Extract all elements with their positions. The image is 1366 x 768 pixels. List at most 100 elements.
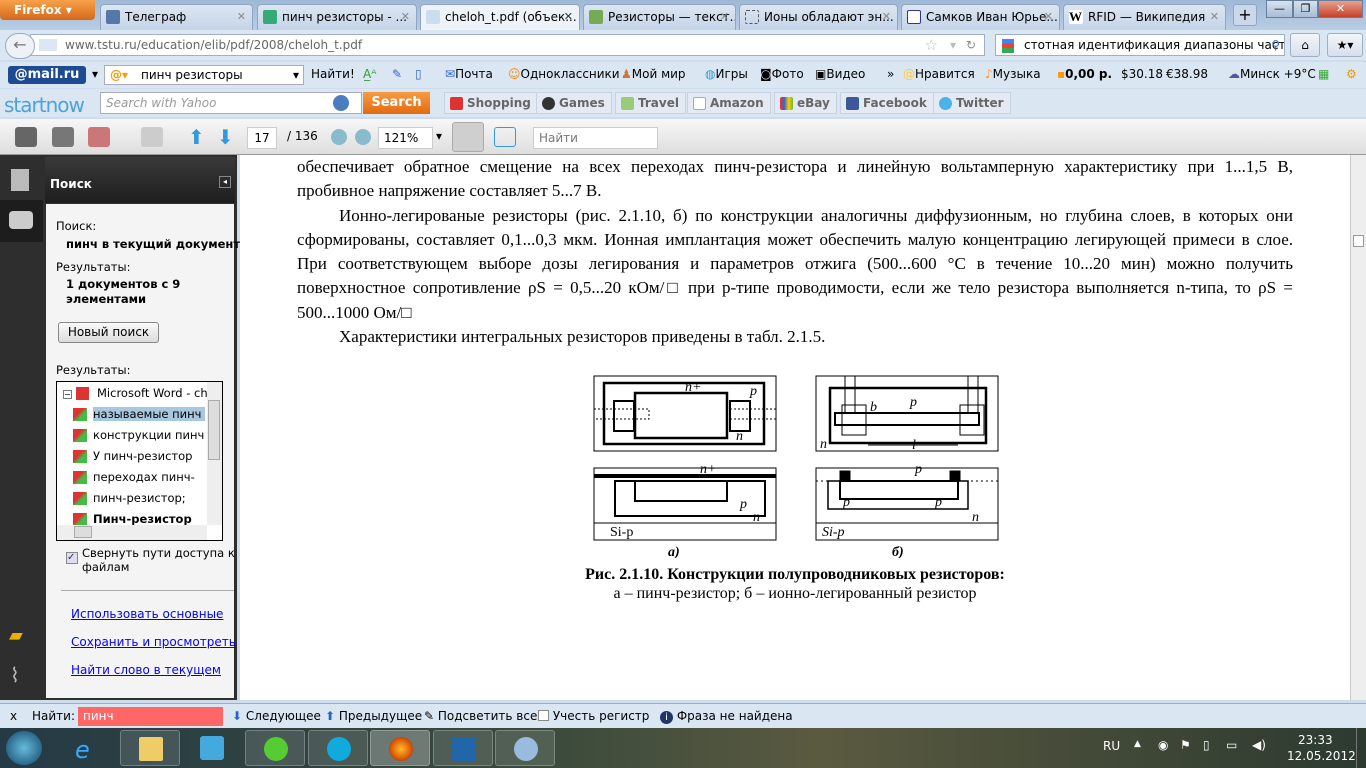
tab-resistors[interactable]: Резисторы — текст... ✕ [583,4,736,30]
usd-rate[interactable]: $30.18 [1121,67,1163,81]
tab-rfid-wikipedia[interactable]: W RFID — Википедия ✕ [1063,4,1226,30]
zoom-out-icon[interactable] [331,129,347,145]
internet-explorer-icon[interactable]: e [75,736,90,764]
dropdown-arrow-icon[interactable]: ▾ [293,66,299,84]
new-tab-button[interactable]: + [1233,4,1257,26]
result-item[interactable]: конструкции пинч [73,428,204,442]
fit-page-icon[interactable] [494,127,516,147]
back-button[interactable]: ← [5,33,35,59]
search-binoculars-tab[interactable] [0,200,43,242]
bookmark-star-icon[interactable]: ☆ [925,35,938,55]
highlight-all-button[interactable]: ✎ Подсветить все [424,709,537,723]
travel-button[interactable]: Travel [615,92,686,114]
amazon-button[interactable]: Amazon [687,92,771,114]
tree-vertical-scrollbar[interactable] [207,382,222,525]
highlighter-icon[interactable]: ✎ [392,67,402,81]
page-number-input[interactable]: 17 [247,127,277,149]
close-tab-icon[interactable]: ✕ [1210,5,1219,29]
show-hidden-icons[interactable]: ▲ [1134,739,1141,749]
collapse-paths-checkbox[interactable]: ✓ [66,552,78,564]
share-icon[interactable] [88,127,110,147]
use-basic-search-link[interactable]: Использовать основные [71,607,223,621]
wallet-balance[interactable]: ▪0,00 р. [1057,67,1112,81]
home-button[interactable]: ⌂ [1290,33,1320,57]
yahoo-search-input[interactable]: Search with Yahoo [100,92,362,114]
settings-gear-icon[interactable]: ⚙ [1346,67,1357,81]
search-icon[interactable]: ⚲ [1271,35,1280,55]
tab-pdf[interactable]: cheloh_t.pdf (объек... ✕ [420,4,580,30]
taskbar-icq[interactable] [245,730,305,766]
firefox-menu-button[interactable]: Firefox ▾ [0,0,95,20]
result-item[interactable]: Пинч-резистор [73,512,192,526]
bookmarks-button[interactable]: ★▾ [1327,33,1363,57]
close-tab-icon[interactable]: ✕ [1044,5,1053,29]
maximize-button[interactable]: ❐ [1293,0,1318,18]
result-item[interactable]: называемые пинч [73,407,206,421]
twitter-button[interactable]: Twitter [933,92,1011,114]
close-tab-icon[interactable]: ✕ [237,5,246,29]
taskbar-paint[interactable] [495,730,555,766]
print-icon[interactable] [15,127,37,147]
network-warning-icon[interactable]: ◉ [1158,738,1168,752]
dropdown-arrow-icon[interactable]: ▾ [92,67,98,81]
search-button[interactable]: Search [363,92,430,114]
device-icon[interactable]: ▯ [1203,738,1210,752]
volume-icon[interactable]: ◀) [1252,738,1266,752]
tab-ions[interactable]: Ионы обладают эн... ✕ [739,4,898,30]
result-item[interactable]: пинч-резистор; [73,491,186,505]
mail-link[interactable]: ✉Почта [445,67,493,81]
odnoklassniki-link[interactable]: ☺Одноклассники [508,67,620,81]
dropdown-arrow-icon[interactable]: ▾ [950,35,956,55]
close-tab-icon[interactable]: ✕ [564,5,573,29]
language-indicator[interactable]: RU [1103,739,1120,753]
zoom-in-icon[interactable] [355,129,371,145]
eur-rate[interactable]: €38.98 [1166,67,1208,81]
games-link[interactable]: ◍Игры [705,67,748,81]
tree-horizontal-scrollbar[interactable] [57,525,207,540]
font-size-icon[interactable]: A̲ᴬ [363,67,376,81]
save-and-view-link[interactable]: Сохранить и просмотреть [71,635,236,649]
find-next-button[interactable]: ⬇ Следующее [232,709,321,723]
next-page-icon[interactable]: ⬇ [217,127,239,147]
start-button[interactable] [6,731,42,765]
previous-page-icon[interactable]: ⬆ [188,127,210,147]
document-scrollbar[interactable] [1350,155,1366,700]
tab-telegraf[interactable]: Телеграф ✕ [100,4,253,30]
close-tab-icon[interactable]: ✕ [882,5,891,29]
close-tab-icon[interactable]: ✕ [401,5,410,29]
mailru-logo[interactable]: @mail.ru [8,66,86,84]
match-case-checkbox[interactable]: Учесть регистр [538,709,649,723]
new-search-button[interactable]: Новый поиск [58,322,159,343]
find-previous-button[interactable]: ⬆ Предыдущее [325,709,422,723]
tree-root[interactable]: Microsoft Word - ch [97,386,208,400]
shopping-button[interactable]: Shopping [444,92,538,114]
clock-time[interactable]: 23:33 [1298,733,1333,747]
fit-width-icon[interactable] [452,122,484,152]
show-desktop-button[interactable] [1356,728,1366,768]
games-button[interactable]: Games [536,92,612,114]
more-chevron-button[interactable]: » [887,67,894,81]
close-tab-icon[interactable]: ✕ [720,5,729,29]
photo-link[interactable]: ◙Фото [760,67,804,81]
save-icon[interactable] [52,127,74,147]
find-input[interactable]: пинч [78,707,223,726]
minimize-button[interactable]: — [1266,0,1293,18]
collapse-tree-icon[interactable]: − [63,390,72,399]
url-bar[interactable]: www.tstu.ru/education/elib/pdf/2008/chel… [30,34,985,56]
tab-google-search[interactable]: пинч резисторы - ... ✕ [257,4,417,30]
mailru-search-input[interactable]: @▾ пинч резисторы ▾ [104,65,304,85]
facebook-button[interactable]: Facebook [840,92,934,114]
scroll-thumb[interactable] [208,400,220,460]
reload-icon[interactable]: ↻ [966,35,976,55]
comments-icon[interactable]: ▰ [9,625,23,646]
tab-samkov[interactable]: Самков Иван Юрье... ✕ [901,4,1060,30]
scroll-thumb[interactable] [74,526,92,538]
pdf-find-input[interactable]: Найти [533,127,658,149]
network-icon[interactable]: ▭ [1226,738,1237,752]
result-item[interactable]: У пинч-резистор [73,449,192,463]
mailru-find-button[interactable]: Найти! [311,67,355,81]
clock-date[interactable]: 12.05.2012 [1287,749,1356,763]
weather-link[interactable]: ☁Минск +9°C [1228,67,1316,81]
music-link[interactable]: ♪Музыка [985,67,1041,81]
close-window-button[interactable]: ✕ [1318,0,1363,18]
